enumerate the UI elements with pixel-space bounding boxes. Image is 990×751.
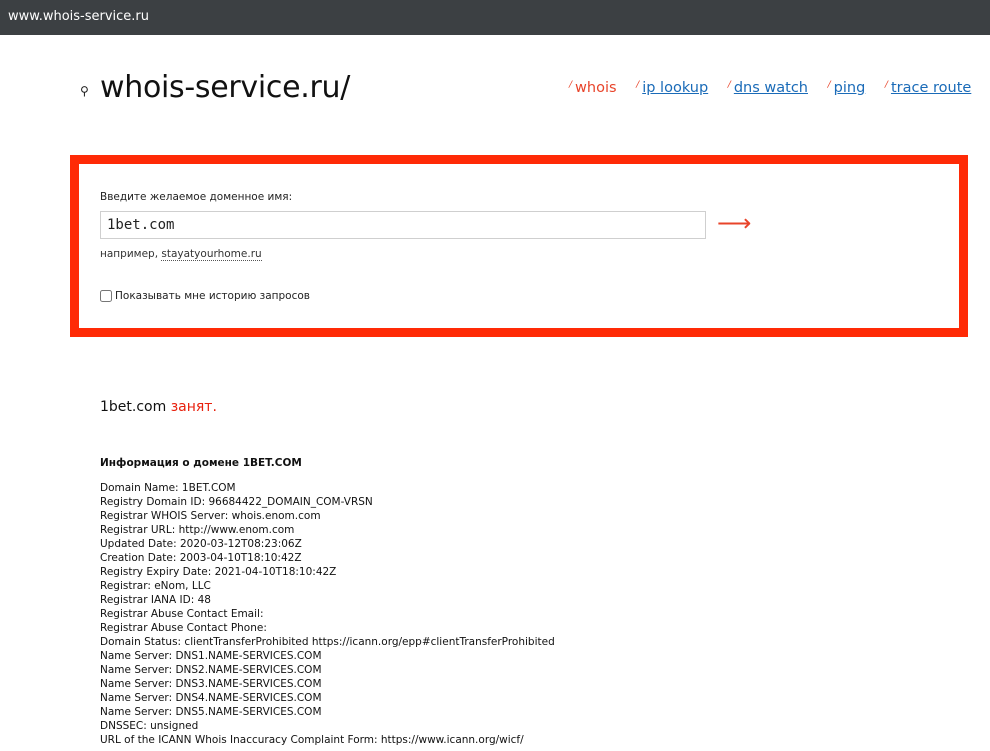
nav-tick: / bbox=[727, 80, 731, 90]
domain-input[interactable] bbox=[100, 211, 706, 239]
nav-label: whois bbox=[575, 80, 617, 96]
whois-line: URL of the ICANN Whois Inaccuracy Compla… bbox=[100, 734, 524, 746]
nav-label: ping bbox=[833, 80, 866, 96]
whois-line: Name Server: DNS1.NAME-SERVICES.COM bbox=[100, 650, 322, 662]
whois-line: Registrar: eNom, LLC bbox=[100, 580, 211, 592]
browser-address-bar[interactable]: www.whois-service.ru bbox=[0, 0, 990, 35]
whois-line: Registrar IANA ID: 48 bbox=[100, 594, 211, 606]
nav-item-whois[interactable]: / whois bbox=[569, 80, 617, 96]
nav-label: ip lookup bbox=[642, 80, 709, 96]
whois-line: Updated Date: 2020-03-12T08:23:06Z bbox=[100, 538, 302, 550]
whois-line: Registrar Abuse Contact Email: bbox=[100, 608, 264, 620]
whois-line: Registrar WHOIS Server: whois.enom.com bbox=[100, 510, 321, 522]
nav-label: trace route bbox=[890, 80, 972, 96]
domain-status: 1bet.com занят. bbox=[100, 399, 217, 415]
result-domain: 1bet.com bbox=[100, 399, 167, 415]
whois-line: Registrar URL: http://www.enom.com bbox=[100, 524, 295, 536]
whois-line: Domain Status: clientTransferProhibited … bbox=[100, 636, 555, 648]
example-domain-link[interactable]: stayatyourhome.ru bbox=[161, 248, 262, 261]
whois-line: DNSSEC: unsigned bbox=[100, 720, 199, 732]
whois-info-title: Информация о домене 1BET.COM bbox=[100, 457, 302, 469]
nav-item-trace-route[interactable]: / trace route bbox=[885, 80, 971, 96]
nav-tick: / bbox=[827, 80, 831, 90]
domain-field-label: Введите желаемое доменное имя: bbox=[100, 191, 293, 203]
history-option[interactable]: Показывать мне историю запросов bbox=[100, 290, 310, 302]
nav-tick: / bbox=[884, 80, 888, 90]
example-hint: например, stayatyourhome.ru bbox=[100, 248, 262, 261]
url-text[interactable]: www.whois-service.ru bbox=[8, 9, 149, 24]
example-prefix: например, bbox=[100, 248, 159, 260]
logo-text[interactable]: whois-service.ru/ bbox=[100, 70, 350, 105]
whois-line: Registry Domain ID: 96684422_DOMAIN_COM-… bbox=[100, 496, 373, 508]
history-label: Показывать мне историю запросов bbox=[115, 290, 310, 302]
history-checkbox[interactable] bbox=[100, 290, 112, 302]
whois-line: Name Server: DNS5.NAME-SERVICES.COM bbox=[100, 706, 322, 718]
status-taken: занят. bbox=[170, 399, 217, 415]
nav-tick: / bbox=[636, 80, 640, 90]
nav-item-ip-lookup[interactable]: / ip lookup bbox=[636, 80, 708, 96]
nav-tick: / bbox=[569, 80, 573, 90]
whois-line: Creation Date: 2003-04-10T18:10:42Z bbox=[100, 552, 302, 564]
nav-item-ping[interactable]: / ping bbox=[828, 80, 866, 96]
whois-line: Name Server: DNS3.NAME-SERVICES.COM bbox=[100, 678, 322, 690]
domain-search-form: Введите желаемое доменное имя: ⟶ наприме… bbox=[70, 155, 968, 337]
whois-line: Name Server: DNS2.NAME-SERVICES.COM bbox=[100, 664, 322, 676]
nav-label: dns watch bbox=[733, 80, 808, 96]
whois-record: Domain Name: 1BET.COM Registry Domain ID… bbox=[100, 481, 555, 747]
main-nav: / whois / ip lookup / dns watch / ping / trac… bbox=[569, 80, 990, 96]
whois-line: Registrar Abuse Contact Phone: bbox=[100, 622, 267, 634]
search-icon: ⚲ bbox=[80, 84, 89, 98]
whois-line: Name Server: DNS4.NAME-SERVICES.COM bbox=[100, 692, 322, 704]
whois-line: Domain Name: 1BET.COM bbox=[100, 482, 236, 494]
submit-arrow-button[interactable]: ⟶ bbox=[717, 210, 751, 238]
whois-line: Registry Expiry Date: 2021-04-10T18:10:4… bbox=[100, 566, 337, 578]
nav-item-dns-watch[interactable]: / dns watch bbox=[728, 80, 808, 96]
